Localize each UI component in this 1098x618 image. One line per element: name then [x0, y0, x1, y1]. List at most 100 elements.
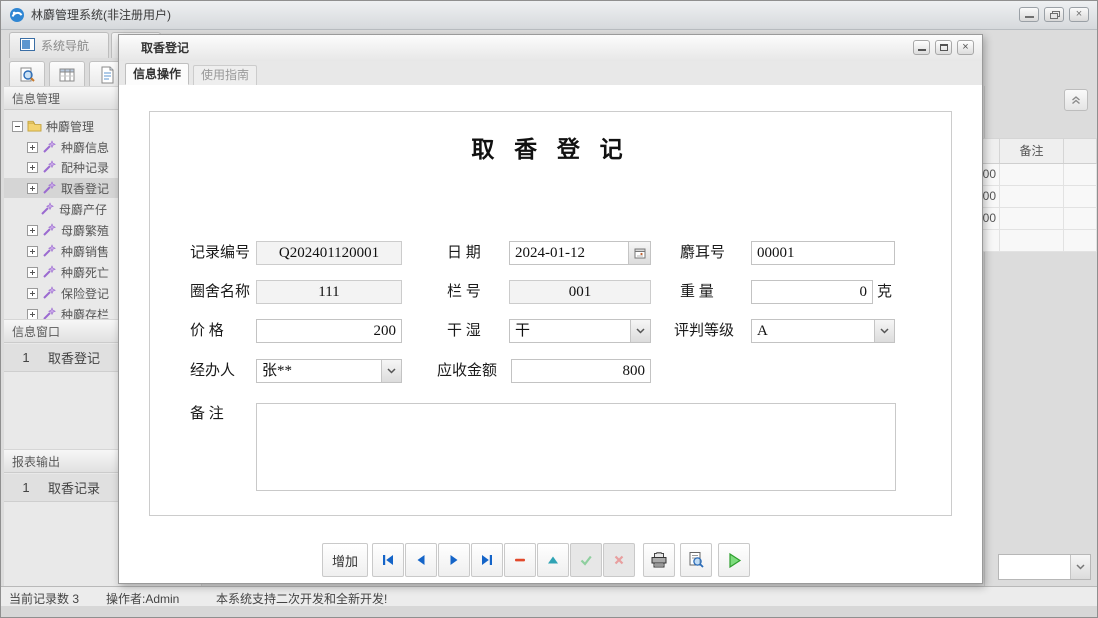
collapse-panel-button[interactable]: [1064, 89, 1088, 111]
tab-user-guide[interactable]: 使用指南: [193, 65, 257, 85]
restore-icon: [1050, 11, 1059, 18]
amount-label: 应收金额: [437, 359, 497, 383]
cancel-button[interactable]: [603, 543, 635, 577]
printer-icon: [650, 552, 668, 569]
handler-label: 经办人: [190, 359, 235, 383]
expand-plus-icon[interactable]: [27, 162, 38, 173]
search-tool-button[interactable]: [9, 61, 45, 89]
amount-field[interactable]: [511, 359, 651, 383]
minimize-icon: [1025, 16, 1034, 18]
expand-plus-icon[interactable]: [27, 225, 38, 236]
tree-root-label: 种麝管理: [46, 118, 94, 135]
expand-plus-icon[interactable]: [27, 142, 38, 153]
wand-icon: [42, 286, 57, 300]
table-icon: [58, 67, 76, 83]
table-tool-button[interactable]: [49, 61, 85, 89]
preview-button[interactable]: [680, 543, 712, 577]
chevron-down-icon[interactable]: [1070, 555, 1090, 579]
chevron-down-icon[interactable]: [381, 360, 401, 382]
cross-icon: [611, 552, 627, 568]
add-button[interactable]: 增加: [322, 543, 368, 577]
grade-select[interactable]: A: [751, 319, 895, 343]
dialog-maximize-button[interactable]: [935, 40, 952, 55]
wand-icon: [42, 265, 57, 279]
document-icon: [99, 66, 115, 84]
app-window: 林麝管理系统(非注册用户) × 系统导航 信息管理: [0, 0, 1098, 618]
expand-plus-icon[interactable]: [27, 288, 38, 299]
confirm-button[interactable]: [570, 543, 602, 577]
weight-field[interactable]: [751, 280, 873, 304]
bar-no-label: 栏 号: [447, 280, 481, 304]
bar-no-field: [509, 280, 651, 304]
record-no-label: 记录编号: [190, 241, 250, 265]
double-chevron-up-icon: [1070, 94, 1082, 106]
triangle-up-icon: [545, 552, 561, 568]
price-field[interactable]: [256, 319, 402, 343]
weight-unit-label: 克: [877, 280, 892, 304]
ear-no-field[interactable]: [751, 241, 895, 265]
next-record-button[interactable]: [438, 543, 470, 577]
window-title: 林麝管理系统(非注册用户): [31, 1, 171, 29]
close-icon: ×: [962, 41, 968, 53]
last-record-icon: [479, 552, 495, 568]
remark-label: 备 注: [190, 402, 224, 426]
expand-plus-icon[interactable]: [27, 246, 38, 257]
wand-icon: [42, 160, 57, 174]
wand-icon: [40, 202, 55, 216]
system-nav-icon: [20, 38, 35, 54]
chevron-down-icon[interactable]: [874, 320, 894, 342]
expand-plus-icon[interactable]: [27, 309, 38, 320]
close-icon: ×: [1076, 8, 1082, 20]
last-record-button[interactable]: [471, 543, 503, 577]
edit-record-button[interactable]: [537, 543, 569, 577]
preview-icon: [687, 551, 705, 569]
date-picker[interactable]: [509, 241, 651, 265]
background-combobox[interactable]: [998, 554, 1091, 580]
calendar-icon[interactable]: [628, 242, 650, 264]
ear-no-label: 麝耳号: [680, 241, 725, 265]
tab-system-navigation[interactable]: 系统导航: [9, 32, 109, 58]
check-icon: [578, 552, 594, 568]
window-bottom-frame: [1, 606, 1097, 618]
previous-record-icon: [413, 552, 429, 568]
chevron-down-icon[interactable]: [630, 320, 650, 342]
remark-textarea[interactable]: [256, 403, 896, 491]
tab-system-navigation-label: 系统导航: [41, 37, 89, 54]
status-operator: 操作者:Admin: [106, 590, 179, 607]
previous-record-button[interactable]: [405, 543, 437, 577]
dialog-minimize-button[interactable]: [913, 40, 930, 55]
date-input[interactable]: [510, 242, 628, 264]
price-label: 价 格: [190, 319, 224, 343]
record-no-field: [256, 241, 402, 265]
minimize-icon: [918, 49, 926, 51]
form-heading: 取 香 登 记: [119, 130, 982, 164]
dialog-content: 取 香 登 记 记录编号 日 期 麝耳号 圈舍名称 栏 号 重 量 克 价 格: [119, 85, 982, 583]
wand-icon: [42, 140, 57, 154]
tab-info-operation[interactable]: 信息操作: [125, 63, 189, 85]
collapse-minus-icon[interactable]: [12, 121, 23, 132]
next-record-icon: [446, 552, 462, 568]
wand-icon: [42, 223, 57, 237]
delete-record-button[interactable]: [504, 543, 536, 577]
grade-label: 评判等级: [674, 319, 734, 343]
dry-wet-select[interactable]: 干: [509, 319, 651, 343]
window-close-button[interactable]: ×: [1069, 7, 1089, 22]
expand-plus-icon[interactable]: [27, 267, 38, 278]
weight-label: 重 量: [680, 280, 714, 304]
expand-plus-icon[interactable]: [27, 183, 38, 194]
window-restore-button[interactable]: [1044, 7, 1064, 22]
folder-icon: [27, 119, 42, 133]
dialog-tabstrip: 信息操作 使用指南: [119, 61, 982, 86]
print-button[interactable]: [643, 543, 675, 577]
dialog-close-button[interactable]: ×: [957, 40, 974, 55]
status-bar: 当前记录数 3 操作者:Admin 本系统支持二次开发和全新开发!: [1, 586, 1097, 607]
first-record-button[interactable]: [372, 543, 404, 577]
run-report-button[interactable]: [718, 543, 750, 577]
window-minimize-button[interactable]: [1019, 7, 1039, 22]
pen-name-field: [256, 280, 402, 304]
handler-select[interactable]: 张**: [256, 359, 402, 383]
status-message: 本系统支持二次开发和全新开发!: [216, 590, 387, 607]
status-record-count: 当前记录数 3: [9, 590, 79, 607]
dialog-titlebar: 取香登记 ×: [119, 35, 982, 62]
dry-wet-label: 干 湿: [447, 319, 481, 343]
